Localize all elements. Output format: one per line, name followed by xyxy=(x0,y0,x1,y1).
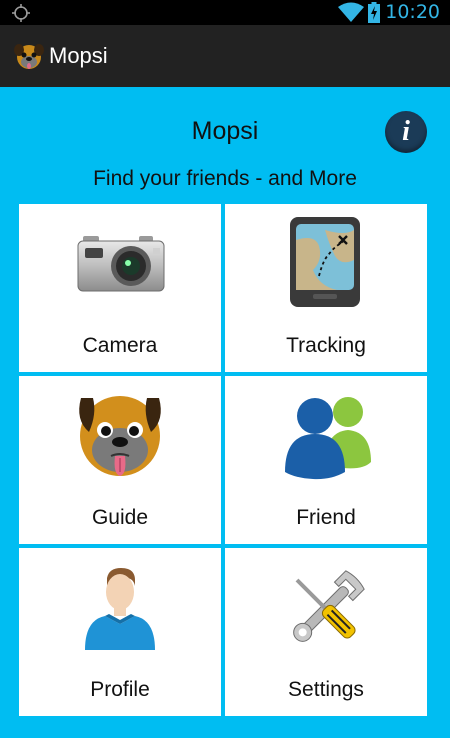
friend-label: Friend xyxy=(296,506,356,529)
tracking-map-icon xyxy=(290,217,360,307)
app-title: Mopsi xyxy=(49,43,108,68)
pug-face-icon xyxy=(79,396,161,476)
battery-charging-icon xyxy=(368,2,380,23)
status-bar: 10:20 xyxy=(0,0,450,25)
profile-label: Profile xyxy=(90,678,150,701)
friend-tile[interactable]: Friend xyxy=(225,376,427,544)
action-bar: Mopsi xyxy=(0,25,450,89)
pug-logo-icon[interactable] xyxy=(14,41,44,71)
camera-icon xyxy=(77,236,165,292)
wrench-screwdriver-icon xyxy=(293,570,365,642)
camera-tile[interactable]: Camera xyxy=(19,204,221,372)
main-content: Mopsi i Find your friends - and More Cam… xyxy=(0,87,450,738)
profile-tile[interactable]: Profile xyxy=(19,548,221,716)
info-icon: i xyxy=(402,116,410,147)
gps-icon xyxy=(12,4,30,22)
page-title: Mopsi xyxy=(191,117,259,145)
friends-icon xyxy=(285,397,371,480)
settings-tile[interactable]: Settings xyxy=(225,548,427,716)
guide-label: Guide xyxy=(91,506,149,529)
settings-label: Settings xyxy=(288,678,364,701)
user-profile-icon xyxy=(85,568,155,650)
wifi-icon xyxy=(338,2,364,22)
status-time: 10:20 xyxy=(385,1,440,23)
tracking-label: Tracking xyxy=(286,334,366,357)
tracking-tile[interactable]: Tracking xyxy=(225,204,427,372)
guide-tile[interactable]: Guide xyxy=(19,376,221,544)
menu-grid: Camera Tracking Guide Friend Profile Set… xyxy=(19,204,427,717)
page-subtitle: Find your friends - and More xyxy=(93,167,357,190)
info-button[interactable]: i xyxy=(385,111,427,153)
camera-label: Camera xyxy=(82,334,158,357)
